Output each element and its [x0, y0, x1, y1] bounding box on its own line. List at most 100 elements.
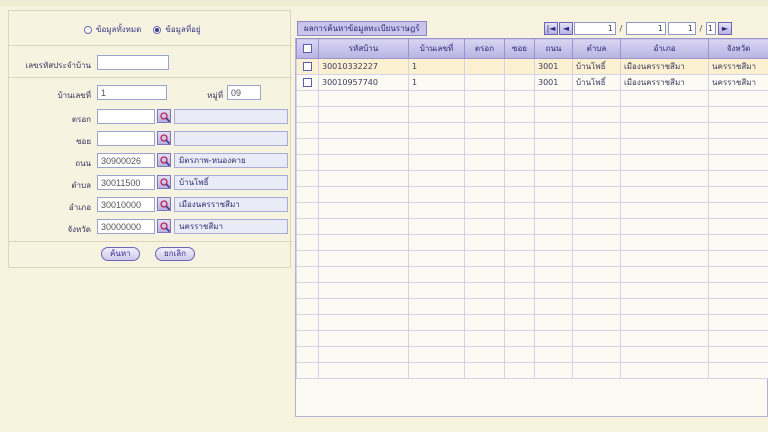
empty-cell	[708, 346, 768, 363]
page-from-input[interactable]: 1	[574, 22, 616, 35]
prev-page-button[interactable]: ◄	[559, 22, 573, 35]
cell-tambon: บ้านโพธิ์	[572, 74, 621, 91]
col-soi[interactable]: ซอย	[504, 38, 535, 59]
empty-cell	[504, 90, 535, 107]
empty-cell	[408, 330, 465, 347]
radio-all-indicator[interactable]	[84, 25, 92, 34]
page-to-input[interactable]: 1	[626, 22, 666, 35]
select-all-cell[interactable]	[296, 38, 319, 59]
row-select-cell[interactable]	[296, 74, 319, 91]
empty-cell	[464, 314, 505, 331]
empty-cell	[708, 170, 768, 187]
moo-input[interactable]: 09	[227, 85, 261, 100]
empty-cell	[408, 90, 465, 107]
cell-road: 3001	[534, 58, 573, 75]
empty-cell	[708, 218, 768, 235]
empty-cell	[464, 106, 505, 123]
row-select-cell[interactable]	[296, 58, 319, 75]
empty-cell	[620, 106, 709, 123]
trok-code-input[interactable]	[97, 109, 155, 124]
empty-cell	[464, 170, 505, 187]
empty-cell	[572, 202, 621, 219]
house-no-input[interactable]: 1	[97, 85, 167, 100]
table-row-empty	[296, 106, 768, 123]
col-house-no[interactable]: บ้านเลขที่	[408, 38, 465, 59]
next-page-button[interactable]: ►	[718, 22, 732, 35]
cell-house-no: 1	[408, 74, 465, 91]
empty-cell	[534, 330, 573, 347]
divider	[9, 241, 292, 242]
table-row-empty	[296, 298, 768, 315]
amphoe-code-input[interactable]: 30010000	[97, 197, 155, 212]
empty-cell	[318, 346, 409, 363]
amphoe-name-display: เมืองนครราชสีมา	[174, 197, 288, 212]
table-row-empty	[296, 250, 768, 267]
empty-cell	[318, 186, 409, 203]
moo-label: หมู่ที่	[207, 91, 223, 100]
house-no-label: บ้านเลขที่	[57, 91, 91, 100]
cell-house-no: 1	[408, 58, 465, 75]
empty-cell	[708, 250, 768, 267]
empty-cell	[504, 234, 535, 251]
empty-cell	[318, 314, 409, 331]
road-search-button[interactable]	[157, 153, 171, 167]
col-amphoe[interactable]: อำเภอ	[620, 38, 709, 59]
select-all-checkbox[interactable]	[303, 44, 312, 53]
empty-cell	[318, 170, 409, 187]
empty-cell	[708, 202, 768, 219]
empty-cell	[464, 234, 505, 251]
trok-label: ตรอก	[71, 115, 91, 124]
soi-code-input[interactable]	[97, 131, 155, 146]
magnifier-icon	[160, 134, 171, 145]
province-search-button[interactable]	[157, 219, 171, 233]
empty-cell	[408, 186, 465, 203]
empty-cell	[296, 106, 319, 123]
clear-button[interactable]: ยกเลิก	[155, 247, 196, 261]
road-name-display: มิตรภาพ-หนองคาย	[174, 153, 288, 168]
col-road[interactable]: ถนน	[534, 38, 573, 59]
empty-cell	[708, 154, 768, 171]
empty-cell	[296, 362, 319, 379]
magnifier-icon	[160, 112, 171, 123]
table-row[interactable]: 30010332227 1 3001 บ้านโพธิ์ เมืองนครราช…	[296, 58, 768, 75]
empty-cell	[534, 202, 573, 219]
tambon-name-display: บ้านโพธิ์	[174, 175, 288, 190]
empty-cell	[504, 250, 535, 267]
house-code-input[interactable]	[97, 55, 169, 70]
radio-all-data[interactable]: ข้อมูลทั้งหมด	[84, 23, 141, 36]
cell-amphoe: เมืองนครราชสีมา	[620, 58, 709, 75]
cell-province: นครราชสีมา	[708, 58, 768, 75]
tambon-search-button[interactable]	[157, 175, 171, 189]
table-row-empty	[296, 90, 768, 107]
empty-cell	[296, 346, 319, 363]
col-province[interactable]: จังหวัด	[708, 38, 768, 59]
soi-search-button[interactable]	[157, 131, 171, 145]
empty-cell	[464, 330, 505, 347]
radio-address-indicator[interactable]	[153, 25, 162, 34]
table-row[interactable]: 30010957740 1 3001 บ้านโพธิ์ เมืองนครราช…	[296, 74, 768, 91]
empty-cell	[620, 314, 709, 331]
row-checkbox[interactable]	[303, 62, 312, 71]
empty-cell	[318, 298, 409, 315]
col-tambon[interactable]: ตำบล	[572, 38, 621, 59]
radio-address-data[interactable]: ข้อมูลที่อยู่	[153, 23, 201, 36]
col-house-code[interactable]: รหัสบ้าน	[318, 38, 409, 59]
road-code-input[interactable]: 30900026	[97, 153, 155, 168]
search-button[interactable]: ค้นหา	[101, 247, 140, 261]
empty-cell	[504, 154, 535, 171]
empty-cell	[620, 346, 709, 363]
page-separator: /	[699, 24, 703, 33]
empty-cell	[572, 266, 621, 283]
empty-cell	[464, 346, 505, 363]
first-page-button[interactable]: |◄	[544, 22, 558, 35]
amphoe-search-button[interactable]	[157, 197, 171, 211]
col-trok[interactable]: ตรอก	[464, 38, 505, 59]
trok-search-button[interactable]	[157, 109, 171, 123]
table-row-empty	[296, 138, 768, 155]
row-checkbox[interactable]	[303, 78, 312, 87]
magnifier-icon	[160, 200, 171, 211]
province-code-input[interactable]: 30000000	[97, 219, 155, 234]
data-scope-radio-group: ข้อมูลทั้งหมด ข้อมูลที่อยู่	[84, 23, 201, 36]
empty-cell	[408, 234, 465, 251]
tambon-code-input[interactable]: 30011500	[97, 175, 155, 190]
